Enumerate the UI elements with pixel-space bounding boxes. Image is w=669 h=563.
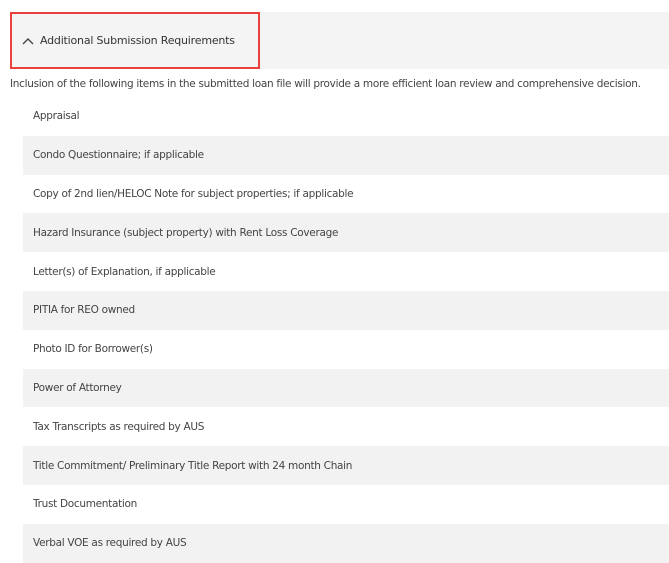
requirements-list: Appraisal Condo Questionnaire; if applica… [23, 97, 669, 563]
section-intro-text: Inclusion of the following items in the … [10, 78, 641, 90]
requirement-item: Title Commitment/ Preliminary Title Repo… [23, 446, 669, 485]
section-title: Additional Submission Requirements [40, 34, 235, 47]
requirement-item: Trust Documentation [23, 484, 669, 524]
requirement-item: Appraisal [23, 97, 669, 136]
requirement-item: Verbal VOE as required by AUS [23, 523, 669, 563]
requirement-item: Tax Transcripts as required by AUS [23, 407, 669, 447]
requirement-item: Hazard Insurance (subject property) with… [23, 213, 669, 253]
requirement-item: PITIA for REO owned [23, 290, 669, 330]
requirement-item: Letter(s) of Explanation, if applicable [23, 252, 669, 291]
requirement-item: Copy of 2nd lien/HELOC Note for subject … [23, 174, 669, 214]
chevron-up-icon [20, 35, 36, 47]
requirement-item: Photo ID for Borrower(s) [23, 329, 669, 369]
accordion-toggle[interactable]: Additional Submission Requirements [10, 12, 260, 69]
accordion-section-header: Additional Submission Requirements [10, 12, 669, 69]
requirement-item: Condo Questionnaire; if applicable [23, 135, 669, 175]
requirement-item: Power of Attorney [23, 368, 669, 408]
